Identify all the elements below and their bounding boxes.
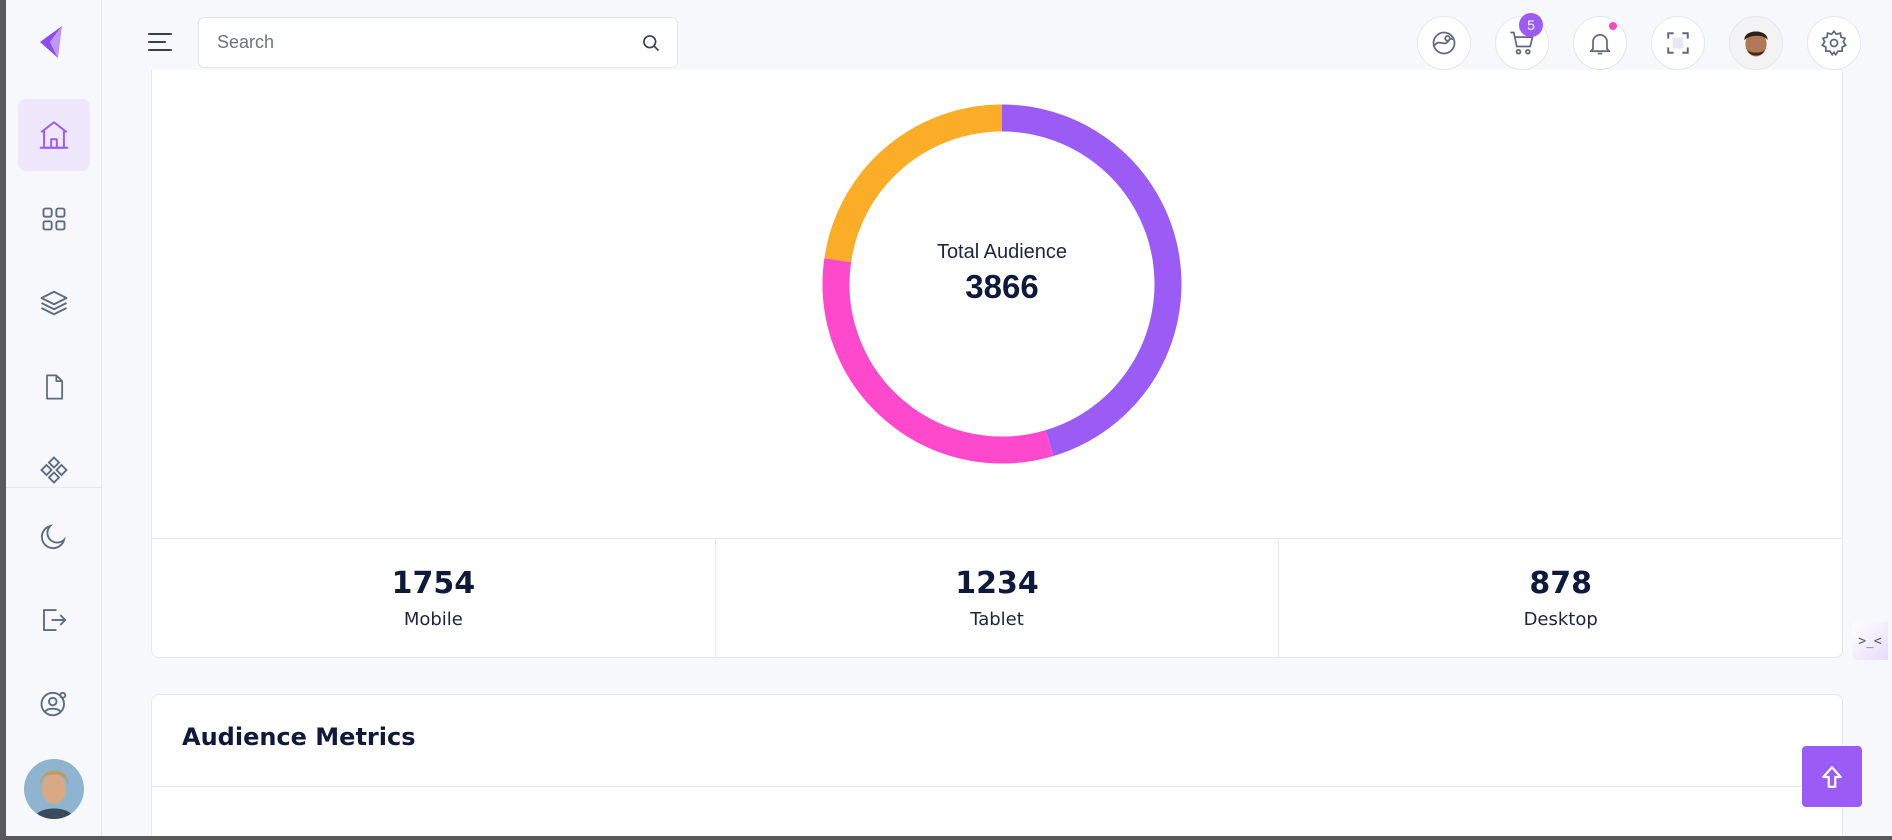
sidebar-divider [6, 487, 102, 488]
theme-switch-button[interactable] [1417, 16, 1471, 70]
stat-label: Desktop [1523, 609, 1598, 630]
stat-mobile: 1754 Mobile [152, 539, 716, 657]
search-input[interactable] [199, 18, 619, 67]
donut-center-total: 3866 [965, 267, 1039, 305]
sidebar-item-layers[interactable] [18, 267, 90, 339]
stat-value: 878 [1529, 566, 1592, 601]
stat-desktop: 878 Desktop [1279, 539, 1842, 657]
fullscreen-icon [1667, 32, 1689, 54]
stat-label: Mobile [403, 609, 463, 630]
logo-icon[interactable] [36, 24, 66, 60]
search-box [198, 17, 678, 68]
sidebar-item-dark-mode[interactable] [18, 500, 90, 572]
layers-icon [40, 290, 68, 316]
fullscreen-button[interactable] [1651, 16, 1705, 70]
audience-stats-row: 1754 Mobile 1234 Tablet 878 Desktop [152, 538, 1842, 657]
user-settings-icon [40, 691, 67, 717]
sidebar-item-account-settings[interactable] [18, 668, 90, 740]
card-divider [152, 786, 1842, 787]
logout-icon [43, 609, 67, 631]
audience-donut-chart: Total Audience 3866 [812, 94, 1192, 474]
stat-tablet: 1234 Tablet [716, 539, 1280, 657]
notifications-button[interactable] [1573, 16, 1627, 70]
sidebar-item-dashboards[interactable] [18, 183, 90, 255]
notification-dot [1609, 22, 1617, 30]
stat-value: 1234 [955, 566, 1039, 601]
stat-value: 1754 [391, 566, 476, 601]
sidebar [6, 0, 102, 836]
donut-center-label: Total Audience [936, 240, 1068, 263]
stat-label: Tablet [970, 609, 1024, 630]
sidebar-user-avatar[interactable] [24, 759, 84, 819]
cart-count-badge: 5 [1519, 13, 1543, 37]
grid-icon [42, 207, 66, 231]
file-icon [46, 374, 64, 400]
scroll-to-top-button[interactable] [1802, 746, 1862, 807]
moon-icon [40, 524, 66, 550]
arrow-up-icon [1822, 765, 1842, 788]
home-icon [39, 121, 69, 149]
sidebar-item-logout[interactable] [18, 584, 90, 656]
components-icon [40, 456, 68, 484]
donut-center: Total Audience 3866 [812, 94, 1192, 474]
sidebar-item-pages[interactable] [18, 351, 90, 423]
total-audience-card: Total Audience 3866 1754 Mobile 1234 Tab… [151, 70, 1843, 658]
gear-icon [1821, 29, 1847, 57]
app-viewport: 5 Total Audience 3866 [6, 0, 1892, 836]
audience-metrics-card: Audience Metrics [151, 694, 1843, 836]
bell-icon [1589, 33, 1611, 55]
sidebar-item-home[interactable] [18, 99, 90, 171]
search-icon[interactable] [641, 33, 661, 53]
audience-metrics-title: Audience Metrics [182, 723, 416, 751]
menu-toggle-icon[interactable] [147, 30, 173, 54]
sidebar-item-components[interactable] [18, 435, 90, 487]
theme-icon [1432, 31, 1456, 55]
settings-button[interactable] [1807, 16, 1861, 70]
code-toggle-button[interactable]: >_< [1852, 622, 1888, 660]
header-user-avatar[interactable] [1729, 16, 1783, 70]
